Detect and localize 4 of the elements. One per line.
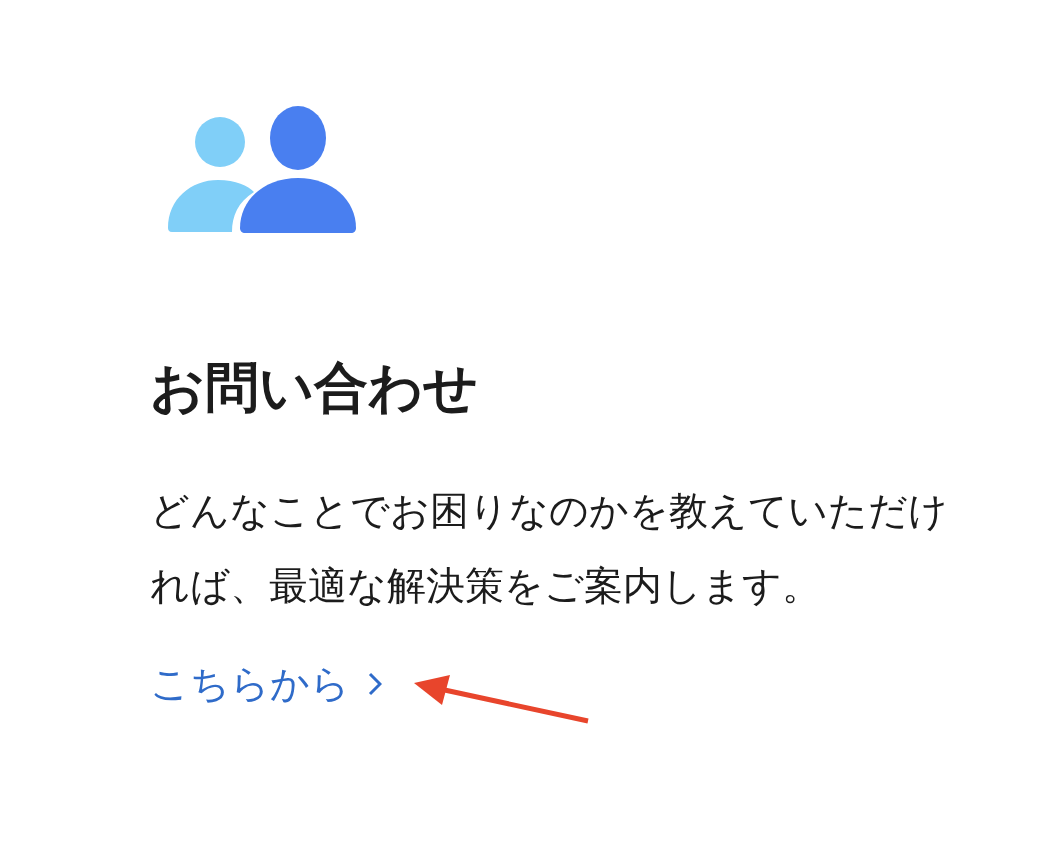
card-title: お問い合わせ	[150, 356, 478, 421]
card-description: どんなことでお困りなのかを教えていただければ、最適な解決策をご案内します。	[150, 486, 949, 610]
chevron-right-icon	[368, 672, 382, 697]
contact-link[interactable]: こちらから	[150, 660, 382, 708]
